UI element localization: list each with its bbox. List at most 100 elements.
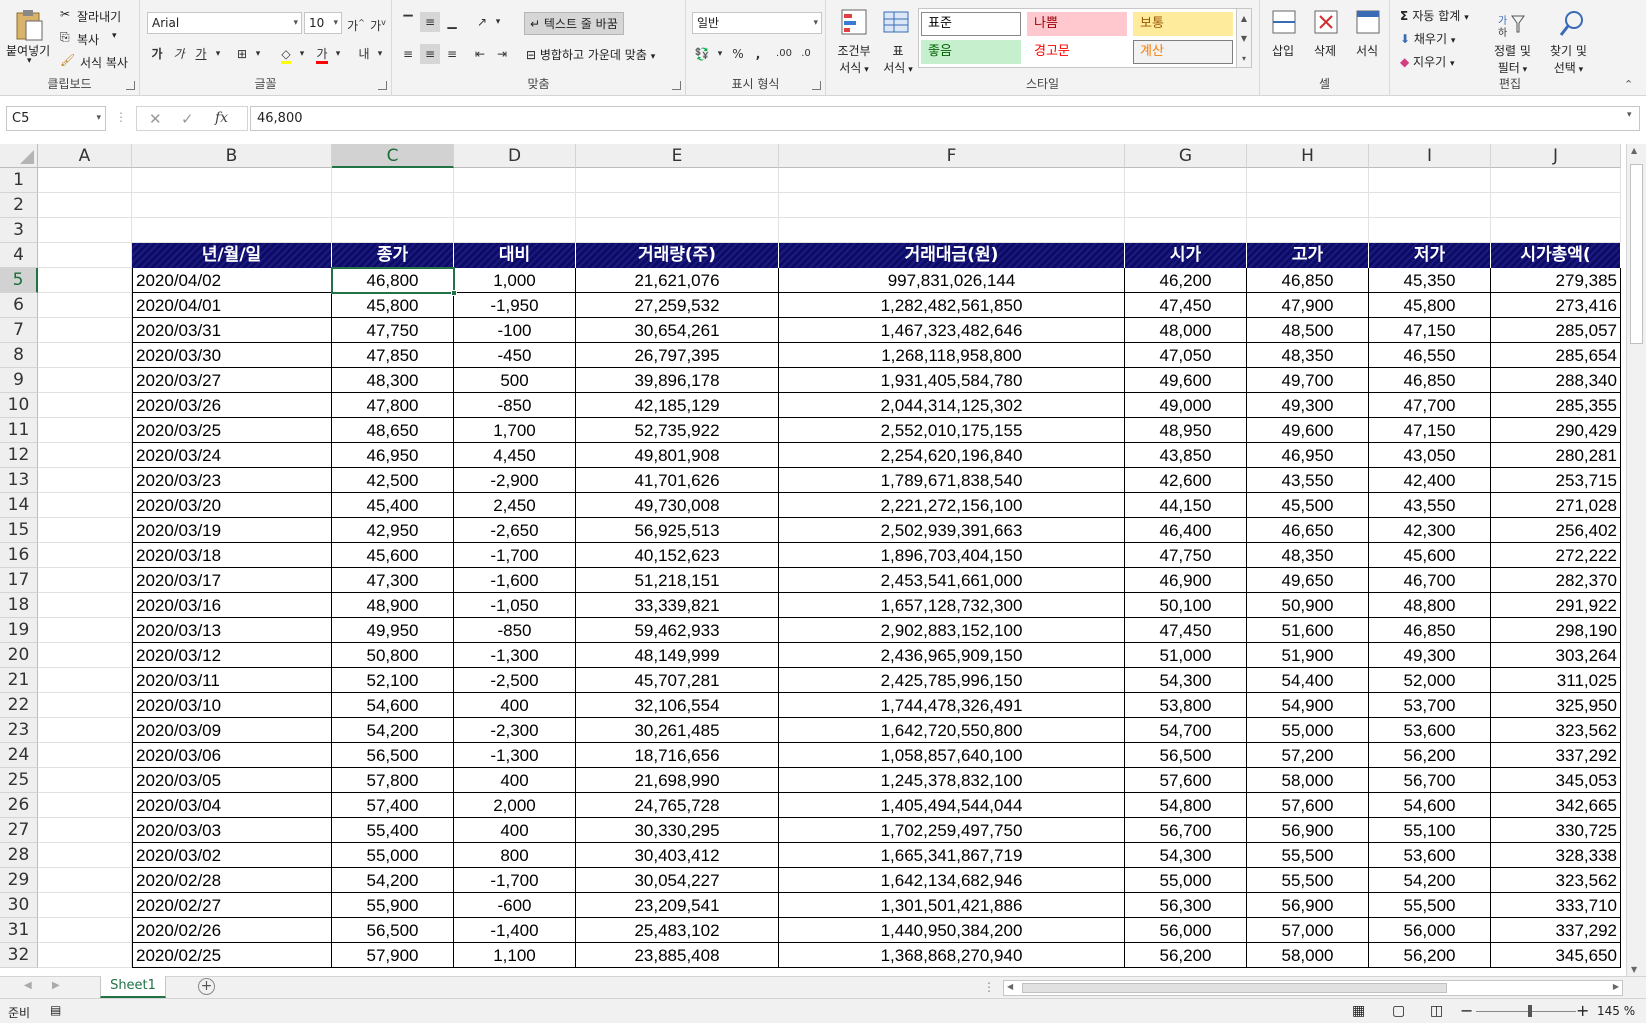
- table-cell[interactable]: 1,301,501,421,886: [779, 893, 1125, 918]
- table-cell[interactable]: 49,600: [1125, 368, 1247, 393]
- table-cell[interactable]: 45,707,281: [576, 668, 779, 693]
- table-cell[interactable]: 54,600: [1369, 793, 1491, 818]
- table-cell[interactable]: 333,710: [1491, 893, 1621, 918]
- row-header-28[interactable]: 28: [0, 843, 38, 868]
- format-painter-button[interactable]: 서식 복사: [80, 54, 128, 71]
- phonetic-dropdown-icon[interactable]: ▾: [370, 44, 390, 64]
- copy-button[interactable]: 복사: [77, 31, 99, 48]
- table-cell[interactable]: 49,730,008: [576, 493, 779, 518]
- table-cell[interactable]: 282,370: [1491, 568, 1621, 593]
- table-cell[interactable]: 58,000: [1247, 768, 1369, 793]
- merge-dropdown-icon[interactable]: ▾: [651, 52, 656, 62]
- table-cell[interactable]: 30,261,485: [576, 718, 779, 743]
- column-header-c[interactable]: C: [332, 144, 454, 168]
- table-cell[interactable]: 50,100: [1125, 593, 1247, 618]
- row-header-31[interactable]: 31: [0, 918, 38, 943]
- table-cell[interactable]: 57,600: [1247, 793, 1369, 818]
- table-cell[interactable]: 2,552,010,175,155: [779, 418, 1125, 443]
- cut-icon[interactable]: ✂: [60, 7, 70, 21]
- table-cell[interactable]: 1,268,118,958,800: [779, 343, 1125, 368]
- delete-cells-button[interactable]: 삭제: [1314, 42, 1336, 59]
- wrap-text-button[interactable]: ↵ 텍스트 줄 바꿈: [524, 12, 624, 35]
- page-layout-icon[interactable]: ▢: [1392, 1003, 1405, 1019]
- scroll-right-icon[interactable]: ▶: [1613, 982, 1619, 991]
- worksheet-grid[interactable]: ABCDEFGHIJ 1 2 3 4 5 6 7 8 9 10 11 12 13 14 15 16 17 18 19…: [0, 144, 1646, 976]
- table-cell[interactable]: 273,416: [1491, 293, 1621, 318]
- row-header-8[interactable]: 8: [0, 343, 38, 368]
- row-header-9[interactable]: 9: [0, 368, 38, 393]
- table-cell[interactable]: 50,800: [332, 643, 454, 668]
- fill-button[interactable]: ⬇ 채우기 ▾: [1400, 30, 1455, 47]
- table-cell[interactable]: 54,200: [332, 718, 454, 743]
- table-cell[interactable]: 53,600: [1369, 843, 1491, 868]
- increase-font-icon[interactable]: 가^: [346, 13, 366, 33]
- table-cell[interactable]: 52,100: [332, 668, 454, 693]
- table-cell[interactable]: 55,100: [1369, 818, 1491, 843]
- insert-cells-icon[interactable]: [1270, 8, 1300, 38]
- table-cell[interactable]: 21,698,990: [576, 768, 779, 793]
- table-cell[interactable]: 57,600: [1125, 768, 1247, 793]
- row-header-32[interactable]: 32: [0, 943, 38, 968]
- gallery-scroll[interactable]: ▲ ▼ ▾: [1236, 8, 1252, 68]
- sheet-tab-sheet1[interactable]: Sheet1: [100, 976, 166, 998]
- row-header-7[interactable]: 7: [0, 318, 38, 343]
- table-cell[interactable]: 27,259,532: [576, 293, 779, 318]
- table-cell[interactable]: 55,500: [1369, 893, 1491, 918]
- table-cell[interactable]: 1,642,720,550,800: [779, 718, 1125, 743]
- sort-filter-button[interactable]: 정렬 및 필터 ▾: [1494, 42, 1531, 76]
- formula-input[interactable]: 46,800: [250, 106, 1640, 131]
- table-header-cell[interactable]: 거래대금(원): [779, 243, 1125, 268]
- table-cell[interactable]: 45,800: [1369, 293, 1491, 318]
- table-cell[interactable]: -1,050: [454, 593, 576, 618]
- cancel-icon[interactable]: ✕: [149, 110, 162, 128]
- align-top-icon[interactable]: ▔: [398, 12, 418, 32]
- table-cell[interactable]: 47,750: [1125, 543, 1247, 568]
- table-cell[interactable]: 323,562: [1491, 718, 1621, 743]
- table-cell[interactable]: 57,000: [1247, 918, 1369, 943]
- table-cell[interactable]: -1,950: [454, 293, 576, 318]
- column-header-h[interactable]: H: [1247, 144, 1369, 168]
- table-cell[interactable]: 48,000: [1125, 318, 1247, 343]
- table-cell[interactable]: 47,750: [332, 318, 454, 343]
- horizontal-scroll-thumb[interactable]: [1022, 983, 1447, 993]
- scroll-up-icon[interactable]: ▲: [1631, 146, 1637, 155]
- table-cell[interactable]: 1,058,857,640,100: [779, 743, 1125, 768]
- table-cell[interactable]: 997,831,026,144: [779, 268, 1125, 293]
- increase-decimal-icon[interactable]: .00: [774, 44, 794, 64]
- table-cell[interactable]: 253,715: [1491, 468, 1621, 493]
- table-cell[interactable]: 2,902,883,152,100: [779, 618, 1125, 643]
- table-cell[interactable]: 1,368,868,270,940: [779, 943, 1125, 968]
- table-cell[interactable]: 4,450: [454, 443, 576, 468]
- table-cell[interactable]: 2020/03/13: [132, 618, 332, 643]
- table-cell[interactable]: 46,900: [1125, 568, 1247, 593]
- table-cell[interactable]: 285,654: [1491, 343, 1621, 368]
- table-cell[interactable]: -1,400: [454, 918, 576, 943]
- table-cell[interactable]: 285,057: [1491, 318, 1621, 343]
- table-cell[interactable]: 54,900: [1247, 693, 1369, 718]
- tab-splitter-icon[interactable]: ⋮: [983, 980, 995, 994]
- number-launcher-icon[interactable]: [812, 81, 821, 90]
- copy-dropdown-icon[interactable]: ▾: [112, 31, 117, 41]
- table-header-cell[interactable]: 년/월/일: [132, 243, 332, 268]
- table-cell[interactable]: 1,744,478,326,491: [779, 693, 1125, 718]
- zoom-slider[interactable]: [1476, 1011, 1576, 1012]
- table-cell[interactable]: 48,900: [332, 593, 454, 618]
- table-cell[interactable]: 2,425,785,996,150: [779, 668, 1125, 693]
- vertical-scroll-thumb[interactable]: [1630, 164, 1643, 344]
- table-cell[interactable]: 1,700: [454, 418, 576, 443]
- table-cell[interactable]: 25,483,102: [576, 918, 779, 943]
- insert-function-icon[interactable]: fx: [215, 110, 228, 126]
- collapse-ribbon-icon[interactable]: ⌃: [1624, 78, 1633, 91]
- table-cell[interactable]: 45,600: [332, 543, 454, 568]
- table-cell[interactable]: 325,950: [1491, 693, 1621, 718]
- row-header-2[interactable]: 2: [0, 193, 38, 218]
- table-cell[interactable]: 47,450: [1125, 618, 1247, 643]
- table-cell[interactable]: 55,900: [332, 893, 454, 918]
- select-all-corner[interactable]: [0, 144, 38, 168]
- table-cell[interactable]: 52,735,922: [576, 418, 779, 443]
- table-cell[interactable]: 1,789,671,838,540: [779, 468, 1125, 493]
- table-cell[interactable]: 49,300: [1247, 393, 1369, 418]
- table-cell[interactable]: 46,650: [1247, 518, 1369, 543]
- table-cell[interactable]: 1,405,494,544,044: [779, 793, 1125, 818]
- page-break-icon[interactable]: ◫: [1430, 1003, 1443, 1019]
